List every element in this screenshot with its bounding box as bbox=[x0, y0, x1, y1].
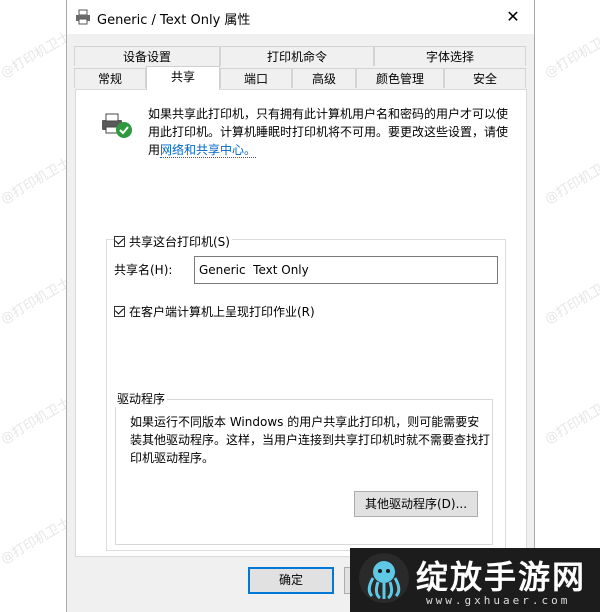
sharing-description: 如果共享此打印机，只有拥有此计算机用户名和密码的用户才可以使用此打印机。计算机睡… bbox=[148, 105, 518, 159]
share-name-input[interactable] bbox=[194, 256, 498, 284]
render-jobs-checkbox[interactable] bbox=[114, 306, 125, 317]
octopus-logo-icon bbox=[359, 553, 409, 603]
watermark: @打印机卫士 bbox=[542, 395, 600, 448]
tab-device-settings[interactable]: 设备设置 bbox=[74, 46, 220, 66]
window-title: Generic / Text Only 属性 bbox=[97, 13, 251, 28]
tab-font-selection[interactable]: 字体选择 bbox=[374, 46, 526, 66]
ok-button[interactable]: 确定 bbox=[248, 567, 334, 594]
watermark: @打印机卫士 bbox=[542, 155, 600, 208]
drivers-description: 如果运行不同版本 Windows 的用户共享此打印机，则可能需要安装其他驱动程序… bbox=[130, 415, 491, 465]
watermark: @打印机卫士 bbox=[0, 515, 74, 568]
sharing-panel: 如果共享此打印机，只有拥有此计算机用户名和密码的用户才可以使用此打印机。计算机睡… bbox=[75, 89, 527, 557]
properties-dialog: Generic / Text Only 属性 ✕ 设备设置 打印机命令 字体选择… bbox=[66, 0, 535, 612]
share-printer-label: 共享这台打印机(S) bbox=[129, 235, 230, 249]
tab-color-management[interactable]: 颜色管理 bbox=[356, 68, 444, 88]
watermark: @打印机卫士 bbox=[0, 395, 74, 448]
tab-general[interactable]: 常规 bbox=[74, 68, 146, 88]
shared-printer-icon bbox=[102, 113, 132, 138]
additional-drivers-button[interactable]: 其他驱动程序(D)... bbox=[354, 491, 478, 517]
tab-ports[interactable]: 端口 bbox=[220, 68, 292, 88]
title-bar: Generic / Text Only 属性 ✕ bbox=[67, 0, 534, 34]
tab-security[interactable]: 安全 bbox=[444, 68, 526, 88]
drivers-legend: 驱动程序 bbox=[115, 390, 168, 407]
render-jobs-label: 在客户端计算机上呈现打印作业(R) bbox=[129, 305, 315, 319]
network-sharing-center-link[interactable]: 网络和共享中心。 bbox=[160, 143, 257, 158]
watermark: @打印机卫士 bbox=[542, 29, 600, 82]
tab-advanced[interactable]: 高级 bbox=[292, 68, 356, 88]
share-printer-checkbox[interactable] bbox=[114, 236, 125, 247]
watermark: @打印机卫士 bbox=[0, 29, 74, 82]
badge-title: 绽放手游网 bbox=[416, 558, 587, 596]
site-badge: 绽放手游网 www.gxhuaer.com bbox=[350, 548, 600, 612]
watermark: @打印机卫士 bbox=[0, 275, 74, 328]
share-printer-checkbox-row[interactable]: 共享这台打印机(S) bbox=[114, 233, 232, 250]
badge-url: www.gxhuaer.com bbox=[426, 594, 571, 607]
tab-printer-commands[interactable]: 打印机命令 bbox=[220, 46, 374, 66]
watermark: @打印机卫士 bbox=[0, 155, 74, 208]
watermark: @打印机卫士 bbox=[542, 275, 600, 328]
share-name-label: 共享名(H): bbox=[114, 263, 173, 277]
tab-sharing[interactable]: 共享 bbox=[146, 66, 220, 90]
printer-icon bbox=[76, 9, 90, 25]
render-jobs-checkbox-row[interactable]: 在客户端计算机上呈现打印作业(R) bbox=[114, 303, 315, 320]
close-button[interactable]: ✕ bbox=[500, 6, 526, 28]
